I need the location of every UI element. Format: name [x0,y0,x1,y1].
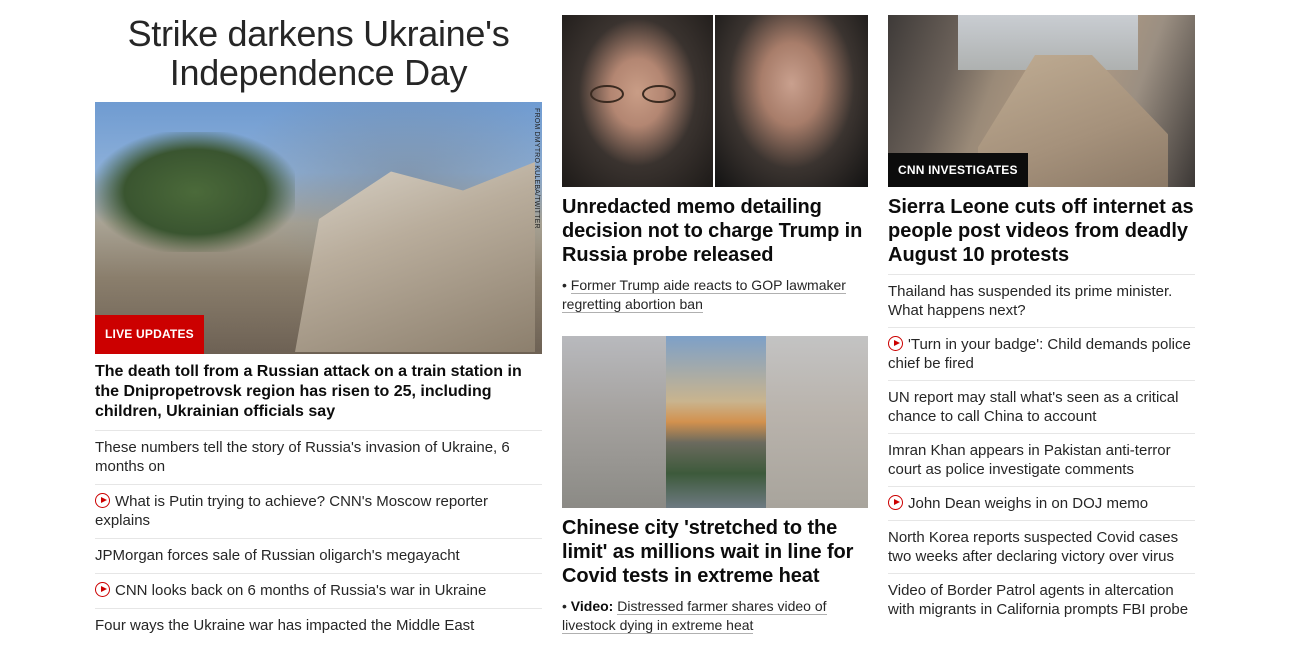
right-column: CNN INVESTIGATES Sierra Leone cuts off i… [888,0,1195,626]
list-item-text: Imran Khan appears in Pakistan anti-terr… [888,442,1171,478]
image-blur-right [766,336,868,508]
list-item-text: What is Putin trying to achieve? CNN's M… [95,493,489,529]
middle-column: Unredacted memo detailing decision not t… [562,0,868,635]
list-item[interactable]: UN report may stall what's seen as a cri… [888,380,1195,433]
list-item[interactable]: What is Putin trying to achieve? CNN's M… [95,484,542,538]
left-column: Strike darkens Ukraine's Independence Da… [95,0,542,643]
list-item[interactable]: CNN looks back on 6 months of Russia's w… [95,573,542,608]
live-updates-badge: LIVE UPDATES [95,315,204,354]
list-item-text: John Dean weighs in on DOJ memo [908,495,1149,512]
list-item-text: 'Turn in your badge': Child demands poli… [888,336,1191,372]
related-link-text: Former Trump aide reacts to GOP lawmaker… [562,277,846,313]
related-video-link[interactable]: • Video: Distressed farmer shares video … [562,597,868,635]
list-item[interactable]: Video of Border Patrol agents in alterca… [888,573,1195,626]
list-item[interactable]: JPMorgan forces sale of Russian oligarch… [95,538,542,573]
video-label: Video: [570,598,614,614]
list-item-text: Thailand has suspended its prime ministe… [888,283,1173,319]
list-item[interactable]: Thailand has suspended its prime ministe… [888,274,1195,327]
list-item-text: These numbers tell the story of Russia's… [95,439,510,475]
sierra-leone-protest-image[interactable]: CNN INVESTIGATES [888,15,1195,187]
image-credit: FROM DMYTRO KULEBA/TWITTER [533,108,540,229]
list-item-text: Video of Border Patrol agents in alterca… [888,582,1189,618]
image-crowd [666,336,766,508]
covid-line-video-image[interactable] [562,336,868,508]
barr-mueller-image[interactable] [562,15,868,187]
play-icon [888,336,903,351]
image-rubble [295,162,535,352]
image-trees [95,132,295,252]
lead-story-title[interactable]: The death toll from a Russian attack on … [95,362,542,422]
list-item-text: North Korea reports suspected Covid case… [888,529,1179,565]
related-link[interactable]: • Former Trump aide reacts to GOP lawmak… [562,276,868,314]
bullet: • [562,598,567,614]
play-icon [95,493,110,508]
bullet: • [562,277,567,293]
list-item[interactable]: Four ways the Ukraine war has impacted t… [95,608,542,643]
list-item-text: CNN looks back on 6 months of Russia's w… [115,582,487,599]
list-item[interactable]: These numbers tell the story of Russia's… [95,430,542,484]
image-blur-left [562,336,666,508]
cnn-investigates-badge: CNN INVESTIGATES [888,153,1028,187]
list-item[interactable]: John Dean weighs in on DOJ memo [888,486,1195,520]
memo-story-title[interactable]: Unredacted memo detailing decision not t… [562,195,868,267]
list-item[interactable]: Imran Khan appears in Pakistan anti-terr… [888,433,1195,486]
list-item[interactable]: 'Turn in your badge': Child demands poli… [888,327,1195,380]
list-item[interactable]: North Korea reports suspected Covid case… [888,520,1195,573]
covid-story-title[interactable]: Chinese city 'stretched to the limit' as… [562,516,868,588]
image-right-portrait [715,15,868,187]
play-icon [888,495,903,510]
main-headline[interactable]: Strike darkens Ukraine's Independence Da… [95,14,542,92]
list-item-text: JPMorgan forces sale of Russian oligarch… [95,547,460,564]
left-story-list: These numbers tell the story of Russia's… [95,430,542,643]
list-item-text: UN report may stall what's seen as a cri… [888,389,1179,425]
list-item-text: Four ways the Ukraine war has impacted t… [95,617,475,634]
right-story-list: Thailand has suspended its prime ministe… [888,274,1195,626]
ukraine-strike-image[interactable]: FROM DMYTRO KULEBA/TWITTER LIVE UPDATES [95,102,542,354]
play-icon [95,582,110,597]
sierra-leone-story-title[interactable]: Sierra Leone cuts off internet as people… [888,195,1195,267]
image-left-portrait [562,15,715,187]
